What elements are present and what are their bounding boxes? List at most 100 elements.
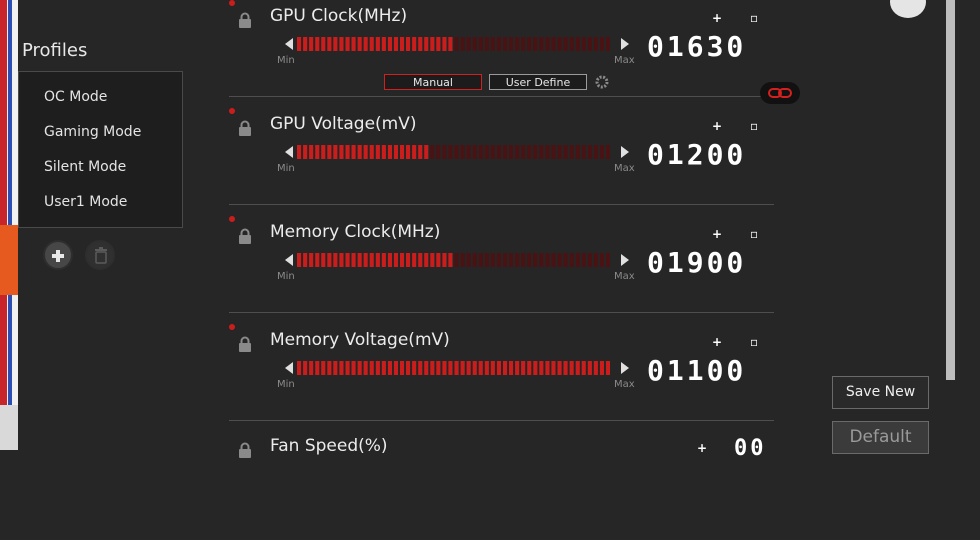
gpu-clock-label: GPU Clock(MHz)	[270, 6, 408, 26]
gear-icon[interactable]	[594, 74, 610, 90]
gpu-voltage-slider[interactable]	[297, 145, 612, 159]
add-profile-button[interactable]	[43, 240, 73, 270]
gpu-clock-slider[interactable]	[297, 37, 612, 51]
save-new-button[interactable]: Save New	[832, 376, 929, 409]
slider-segment	[321, 361, 326, 375]
slider-segment	[315, 37, 320, 51]
lock-icon[interactable]	[237, 12, 253, 28]
slider-segment	[406, 145, 411, 159]
slider-segment	[575, 37, 580, 51]
slider-segment	[448, 37, 453, 51]
decrement-button[interactable]: ▫	[750, 227, 758, 241]
slider-knob[interactable]	[229, 324, 235, 330]
slider-segment	[436, 253, 441, 267]
slider-segment	[351, 361, 356, 375]
slider-segment	[581, 253, 586, 267]
lock-icon[interactable]	[237, 120, 253, 136]
slider-segment	[406, 361, 411, 375]
slider-segment	[454, 37, 459, 51]
slider-segment	[454, 145, 459, 159]
slider-right-arrow-icon[interactable]	[621, 38, 629, 50]
slider-segment	[351, 253, 356, 267]
gpu-clock-value: 01630	[647, 30, 747, 63]
lock-icon[interactable]	[237, 336, 253, 352]
slider-segment	[303, 37, 308, 51]
slider-segment	[593, 145, 598, 159]
slider-segment	[484, 145, 489, 159]
slider-segment	[393, 145, 398, 159]
slider-segment	[569, 37, 574, 51]
slider-segment	[309, 253, 314, 267]
increment-button[interactable]: +	[697, 441, 707, 455]
slider-segment	[321, 37, 326, 51]
slider-left-arrow-icon[interactable]	[285, 38, 293, 50]
slider-segment	[587, 361, 592, 375]
delete-profile-button[interactable]	[85, 240, 115, 270]
slider-segment	[315, 361, 320, 375]
slider-segment	[539, 37, 544, 51]
slider-segment	[593, 361, 598, 375]
slider-segment	[563, 37, 568, 51]
decrement-button[interactable]: ▫	[750, 11, 758, 25]
slider-left-arrow-icon[interactable]	[285, 254, 293, 266]
slider-knob[interactable]	[229, 216, 235, 222]
min-label: Min	[277, 55, 295, 66]
profile-item-gaming-mode[interactable]: Gaming Mode	[44, 124, 141, 140]
monitor-icon[interactable]	[890, 0, 926, 18]
slider-segment	[381, 361, 386, 375]
slider-segment	[569, 145, 574, 159]
link-toggle[interactable]	[760, 82, 800, 104]
slider-segment	[412, 145, 417, 159]
slider-segment	[593, 37, 598, 51]
slider-segment	[563, 145, 568, 159]
slider-segment	[309, 361, 314, 375]
slider-segment	[599, 145, 604, 159]
slider-segment	[297, 145, 302, 159]
slider-segment	[515, 253, 520, 267]
max-label: Max	[614, 55, 635, 66]
slider-right-arrow-icon[interactable]	[621, 254, 629, 266]
profile-item-silent-mode[interactable]: Silent Mode	[44, 159, 126, 175]
slider-segment	[466, 361, 471, 375]
slider-right-arrow-icon[interactable]	[621, 362, 629, 374]
increment-button[interactable]: +	[712, 335, 722, 349]
slider-segment	[363, 145, 368, 159]
slider-segment	[496, 37, 501, 51]
profile-item-oc-mode[interactable]: OC Mode	[44, 89, 107, 105]
scrollbar[interactable]	[946, 0, 955, 380]
slider-segment	[430, 145, 435, 159]
slider-segment	[357, 37, 362, 51]
slider-knob[interactable]	[229, 108, 235, 114]
user-define-button[interactable]: User Define	[489, 74, 587, 90]
min-label: Min	[277, 271, 295, 282]
slider-segment	[515, 37, 520, 51]
max-label: Max	[614, 379, 635, 390]
slider-knob[interactable]	[229, 0, 235, 6]
fan-speed-section: Fan Speed(%) + 00	[229, 432, 774, 540]
slider-segment	[387, 361, 392, 375]
slider-segment	[327, 361, 332, 375]
increment-button[interactable]: +	[712, 119, 722, 133]
decrement-button[interactable]: ▫	[750, 119, 758, 133]
memory-voltage-slider[interactable]	[297, 361, 612, 375]
slider-left-arrow-icon[interactable]	[285, 146, 293, 158]
slider-segment	[545, 361, 550, 375]
slider-segment	[605, 145, 610, 159]
increment-button[interactable]: +	[712, 227, 722, 241]
decrement-button[interactable]: ▫	[750, 335, 758, 349]
increment-button[interactable]: +	[712, 11, 722, 25]
lock-icon[interactable]	[237, 442, 253, 458]
profile-list: OC Mode Gaming Mode Silent Mode User1 Mo…	[18, 71, 183, 228]
lock-icon[interactable]	[237, 228, 253, 244]
default-button[interactable]: Default	[832, 421, 929, 454]
memory-clock-section: Memory Clock(MHz) + ▫ Min Max 01900	[229, 216, 774, 324]
slider-segment	[339, 253, 344, 267]
slider-segment	[478, 37, 483, 51]
slider-left-arrow-icon[interactable]	[285, 362, 293, 374]
profile-item-user1-mode[interactable]: User1 Mode	[44, 194, 127, 210]
memory-clock-slider[interactable]	[297, 253, 612, 267]
slider-segment	[599, 253, 604, 267]
slider-right-arrow-icon[interactable]	[621, 146, 629, 158]
manual-mode-button[interactable]: Manual	[384, 74, 482, 90]
slider-segment	[605, 37, 610, 51]
